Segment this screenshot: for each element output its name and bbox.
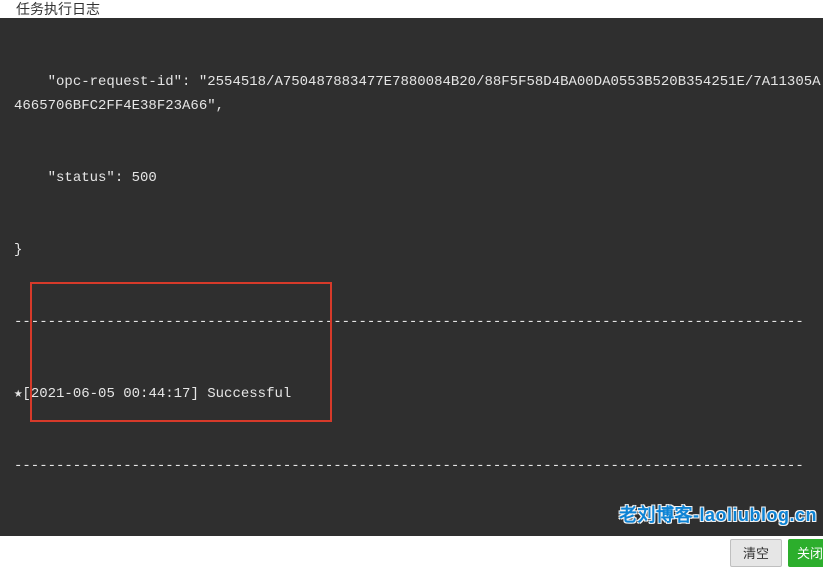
log-line: "opc-request-id": "2554518/A750487883477… — [0, 70, 823, 118]
log-output[interactable]: "opc-request-id": "2554518/A750487883477… — [0, 18, 823, 536]
panel-title: 任务执行日志 — [16, 0, 100, 18]
clear-button[interactable]: 清空 — [730, 539, 782, 567]
button-bar: 清空 关闭 — [0, 536, 823, 569]
log-line: "status": 500 — [0, 166, 823, 190]
log-line: ----------------------------------------… — [0, 310, 823, 334]
log-line: ★[2021-06-05 00:44:17] Successful — [0, 382, 823, 406]
log-line: ----------------------------------------… — [0, 454, 823, 478]
log-line: } — [0, 238, 823, 262]
close-button[interactable]: 关闭 — [788, 539, 823, 567]
log-panel: 任务执行日志 "opc-request-id": "2554518/A75048… — [0, 0, 823, 569]
